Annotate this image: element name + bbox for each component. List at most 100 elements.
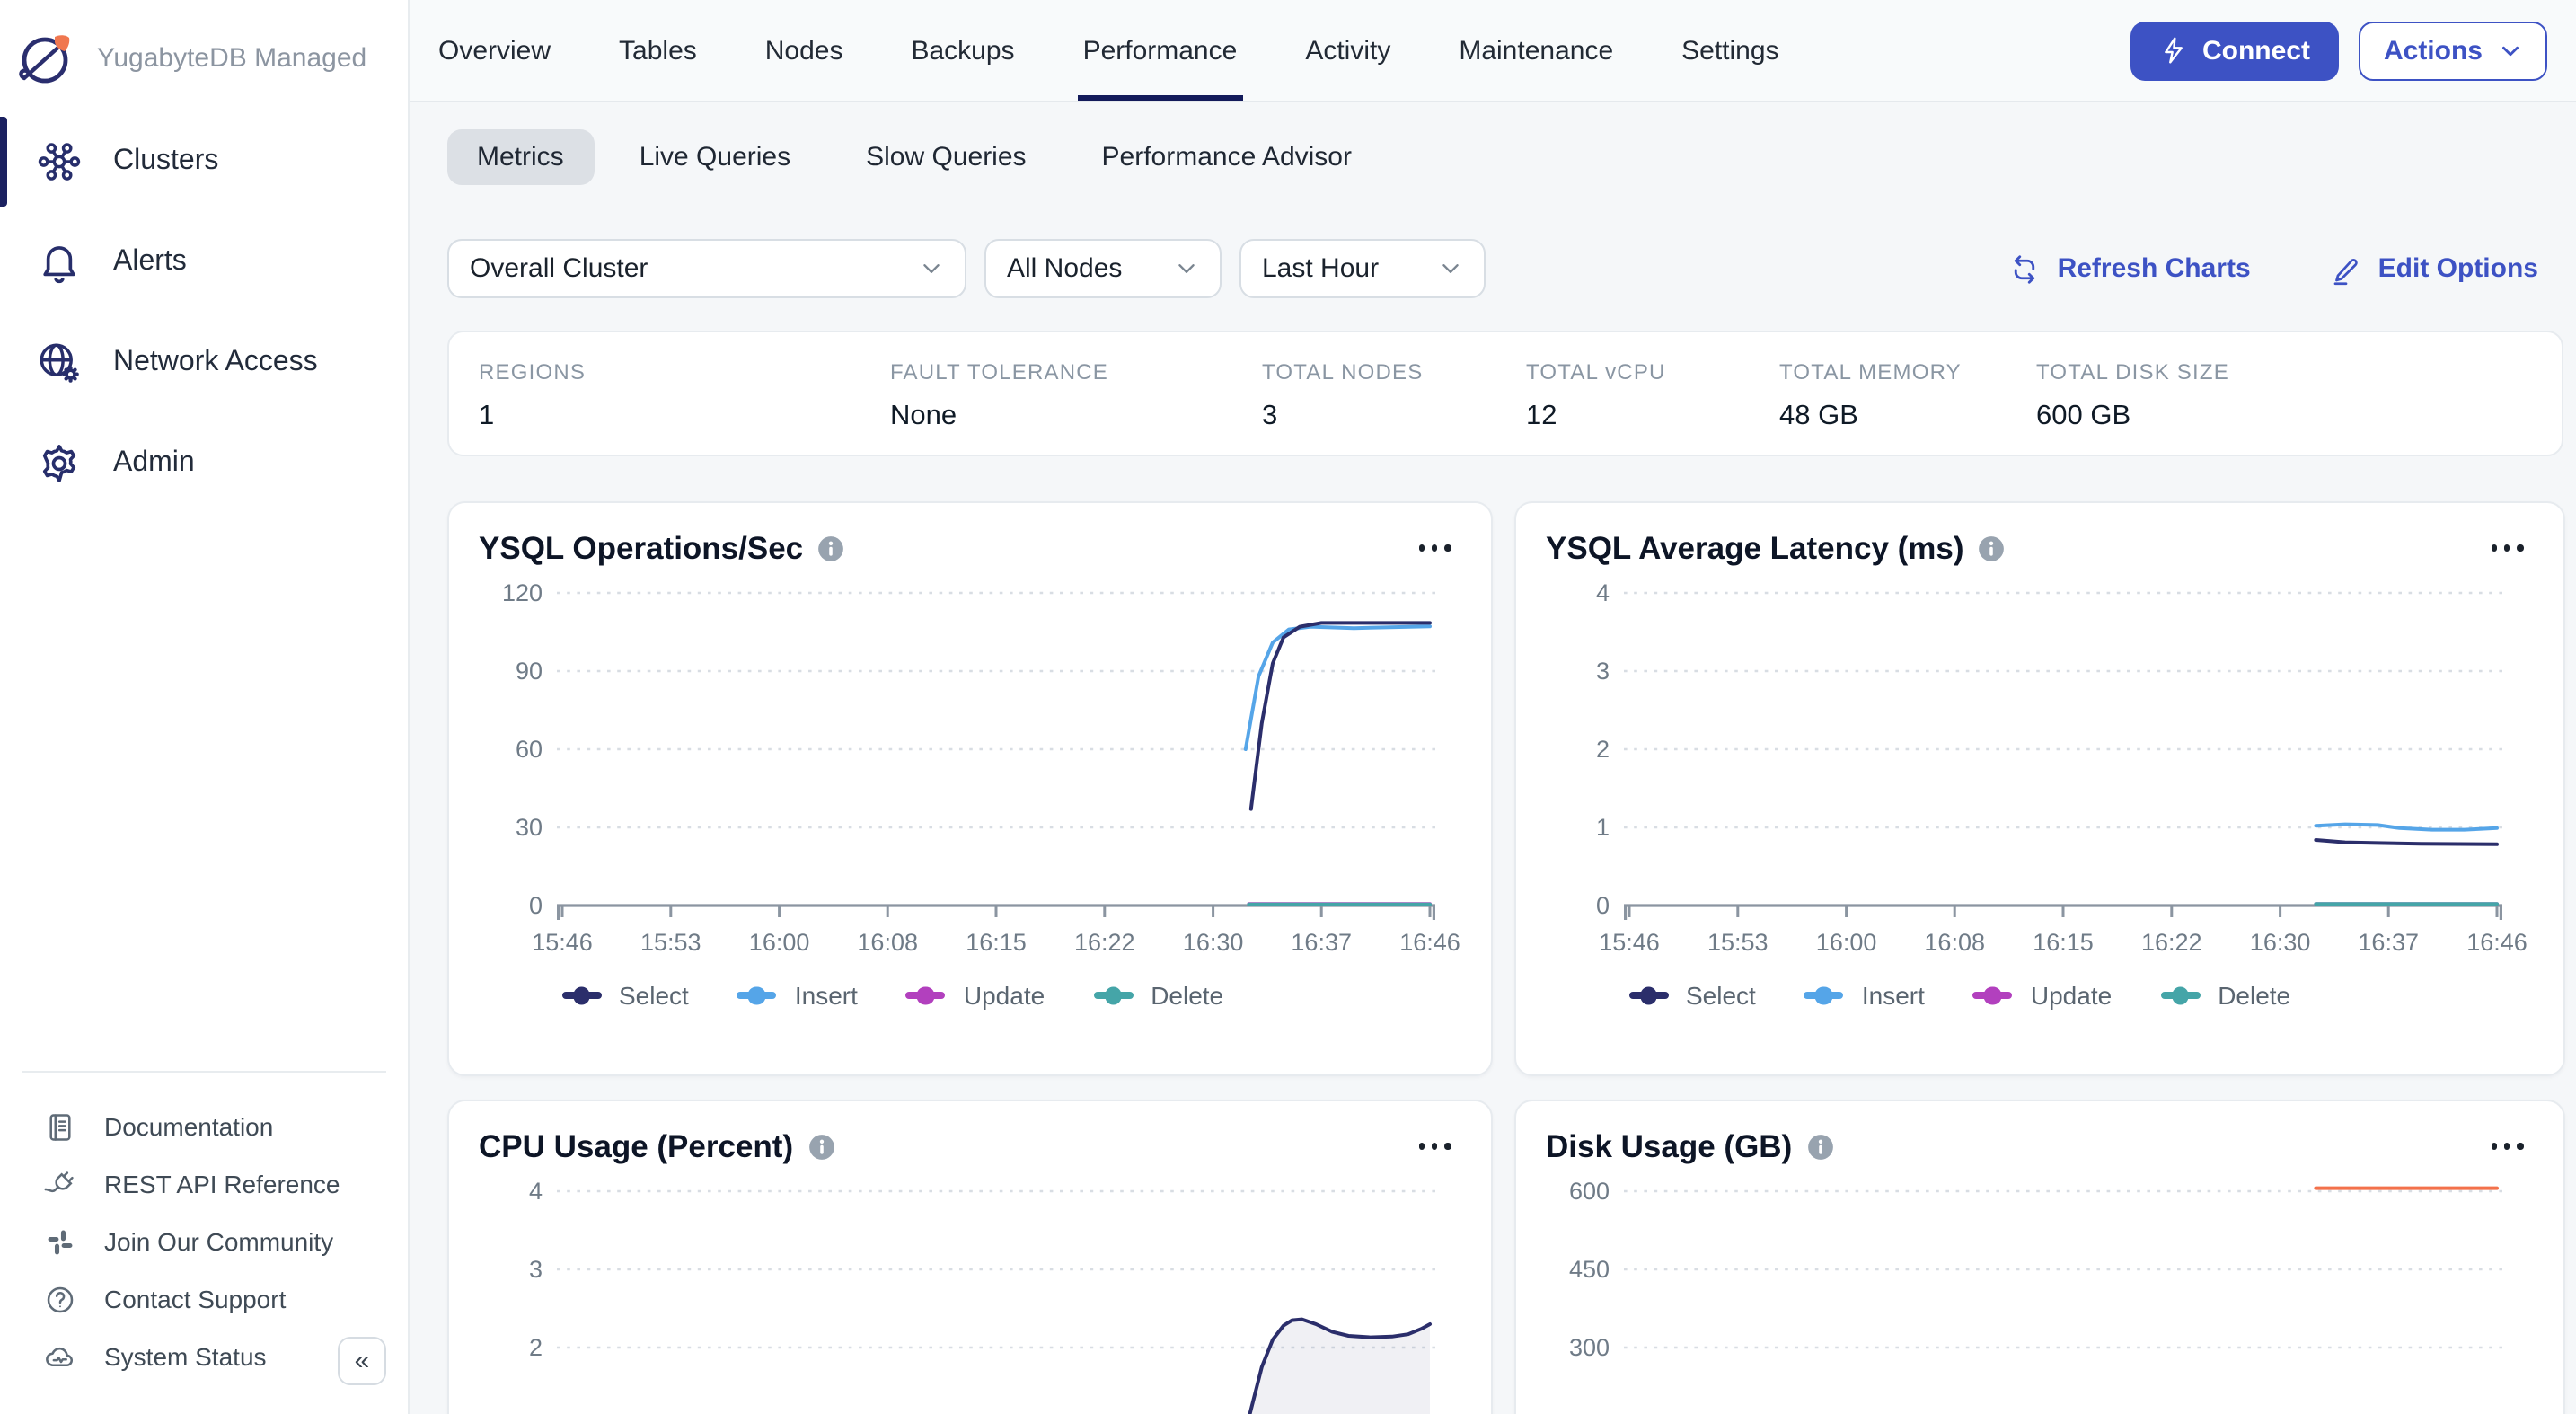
footer-item-contact-support[interactable]: Contact Support <box>22 1270 386 1328</box>
chart-header: YSQL Average Latency (ms) <box>1515 503 2563 564</box>
chart-canvas: 600450300 <box>1515 1170 2561 1414</box>
refresh-icon <box>2009 252 2042 285</box>
legend-item-update[interactable]: Update <box>1973 981 2112 1010</box>
info-icon[interactable] <box>807 1133 834 1160</box>
stat-label: REGIONS <box>479 359 890 384</box>
legend-item-delete[interactable]: Delete <box>1093 981 1223 1010</box>
footer-item-rest-api-reference[interactable]: REST API Reference <box>22 1155 386 1213</box>
footer-item-label: Documentation <box>104 1112 273 1141</box>
refresh-charts-button[interactable]: Refresh Charts <box>2009 252 2251 285</box>
tab-tables[interactable]: Tables <box>619 0 697 101</box>
actions-button[interactable]: Actions <box>2359 21 2547 80</box>
stat-value: 48 GB <box>1779 401 2036 433</box>
brand-name: YugabyteDB Managed <box>97 42 366 73</box>
subtab-slow-queries[interactable]: Slow Queries <box>835 129 1056 185</box>
sidebar-collapse-button[interactable]: « <box>338 1337 386 1385</box>
subtab-live-queries[interactable]: Live Queries <box>609 129 821 185</box>
tab-activity[interactable]: Activity <box>1305 0 1390 101</box>
chart-menu-button[interactable] <box>2483 1136 2530 1156</box>
sidebar-item-network-access[interactable]: Network Access <box>0 313 408 413</box>
chart-canvas: 4321015:4615:5316:0016:0816:1516:2216:30… <box>1515 571 2561 967</box>
gear-icon <box>36 440 83 487</box>
legend-marker <box>737 993 777 999</box>
svg-text:4: 4 <box>1595 579 1609 606</box>
chart-legend: Select Insert Update Delete <box>1628 977 2563 1013</box>
legend-item-update[interactable]: Update <box>906 981 1045 1010</box>
book-icon <box>43 1109 77 1144</box>
svg-text:16:15: 16:15 <box>965 929 1026 956</box>
nodes-value: All Nodes <box>1007 253 1174 284</box>
sidebar-footer: Documentation REST API Reference Join Ou… <box>22 1071 386 1414</box>
legend-label: Select <box>619 981 689 1010</box>
legend-item-insert[interactable]: Insert <box>737 981 858 1010</box>
cluster-scope-select[interactable]: Overall Cluster <box>446 239 966 298</box>
chart-header: CPU Usage (Percent) <box>448 1101 1490 1162</box>
svg-text:16:46: 16:46 <box>1398 929 1460 956</box>
footer-item-join-our-community[interactable]: Join Our Community <box>22 1213 386 1270</box>
actions-label: Actions <box>2384 35 2483 66</box>
legend-item-insert[interactable]: Insert <box>1804 981 1925 1010</box>
cloud-icon <box>43 1339 77 1374</box>
stat-value: 600 GB <box>2036 401 2562 433</box>
sidebar-item-alerts[interactable]: Alerts <box>0 212 408 313</box>
edit-options-button[interactable]: Edit Options <box>2330 252 2538 285</box>
time-range-select[interactable]: Last Hour <box>1239 239 1485 298</box>
subtab-metrics[interactable]: Metrics <box>446 129 595 185</box>
chart-menu-button[interactable] <box>2483 537 2530 558</box>
brand-row[interactable]: YugabyteDB Managed <box>0 0 408 93</box>
nodes-select[interactable]: All Nodes <box>984 239 1221 298</box>
legend-item-select[interactable]: Select <box>1628 981 1756 1010</box>
chart-menu-button[interactable] <box>1411 1136 1458 1156</box>
plug-icon <box>43 1167 77 1201</box>
performance-subtabs: MetricsLive QueriesSlow Queries Performan… <box>446 129 2563 185</box>
stat-value: 1 <box>479 401 890 433</box>
connect-button[interactable]: Connect <box>2130 21 2339 80</box>
footer-item-label: REST API Reference <box>104 1170 340 1198</box>
footer-item-documentation[interactable]: Documentation <box>22 1098 386 1155</box>
globe-gear-icon <box>36 340 83 386</box>
chart-title: CPU Usage (Percent) <box>479 1127 793 1165</box>
subtab-performance-advisor[interactable]: Performance Advisor <box>1072 129 1382 185</box>
tab-performance[interactable]: Performance <box>1083 0 1238 101</box>
sidebar-item-clusters[interactable]: Clusters <box>0 111 408 212</box>
svg-text:16:30: 16:30 <box>2249 929 2310 956</box>
svg-text:30: 30 <box>515 814 542 841</box>
time-range-value: Last Hour <box>1262 253 1438 284</box>
svg-text:90: 90 <box>515 658 542 685</box>
tab-nodes[interactable]: Nodes <box>765 0 843 101</box>
legend-marker <box>1804 993 1844 999</box>
svg-text:300: 300 <box>1568 1334 1609 1361</box>
active-indicator <box>0 419 7 508</box>
topbar-actions: Connect Actions <box>2130 0 2547 101</box>
chart-menu-button[interactable] <box>1411 537 1458 558</box>
stat-total-memory: TOTAL MEMORY 48 GB <box>1779 359 2036 455</box>
edit-options-label: Edit Options <box>2378 253 2538 284</box>
footer-item-label: Join Our Community <box>104 1227 333 1256</box>
charts-grid: YSQL Operations/Sec 120906030015:4615:53… <box>446 501 2563 1414</box>
stat-value: 12 <box>1526 401 1779 433</box>
svg-text:16:37: 16:37 <box>1290 929 1351 956</box>
legend-label: Insert <box>795 981 858 1010</box>
legend-marker <box>1093 993 1133 999</box>
legend-label: Update <box>964 981 1045 1010</box>
stat-value: 3 <box>1262 401 1526 433</box>
tab-overview[interactable]: Overview <box>438 0 551 101</box>
tab-maintenance[interactable]: Maintenance <box>1459 0 1613 101</box>
legend-label: Update <box>2031 981 2112 1010</box>
svg-text:3: 3 <box>1595 658 1609 685</box>
chart-title: Disk Usage (GB) <box>1546 1127 1792 1165</box>
content: MetricsLive QueriesSlow Queries Performan… <box>410 102 2576 1414</box>
footer-item-system-status[interactable]: System Status <box>22 1328 386 1385</box>
svg-text:2: 2 <box>1595 736 1609 763</box>
info-icon[interactable] <box>1979 535 2006 561</box>
tab-backups[interactable]: Backups <box>911 0 1014 101</box>
bolt-icon <box>2159 36 2188 65</box>
info-icon[interactable] <box>817 535 844 561</box>
legend-item-delete[interactable]: Delete <box>2160 981 2290 1010</box>
legend-item-select[interactable]: Select <box>561 981 689 1010</box>
svg-text:16:46: 16:46 <box>2466 929 2527 956</box>
sidebar-item-admin[interactable]: Admin <box>0 413 408 514</box>
info-icon[interactable] <box>1806 1133 1833 1160</box>
pencil-icon <box>2330 252 2362 285</box>
tab-settings[interactable]: Settings <box>1681 0 1778 101</box>
